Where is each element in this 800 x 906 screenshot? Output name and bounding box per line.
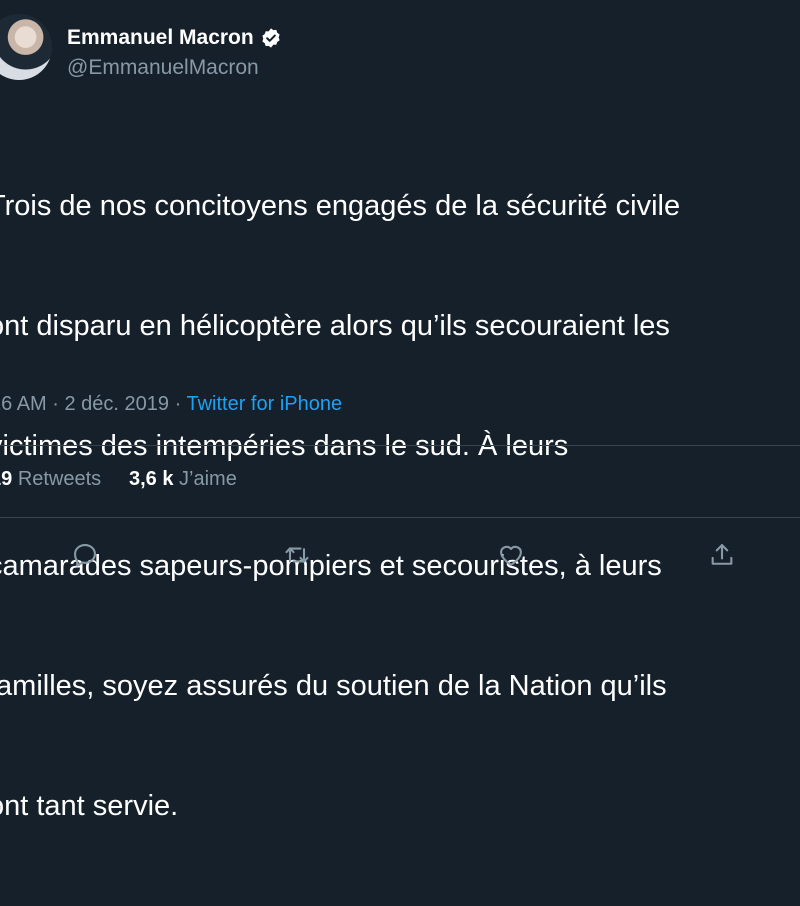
tweet-stats: 19 Retweets 3,6 k J’aime (0, 468, 237, 491)
likes-stat[interactable]: 3,6 k J’aime (129, 468, 237, 490)
divider (0, 517, 800, 518)
reply-icon (74, 544, 96, 567)
tweet-meta: 16 AM · 2 déc. 2019 · Twitter for iPhone (0, 393, 342, 416)
tweet-line: Trois de nos concitoyens engagés de la s… (0, 190, 681, 222)
verified-badge-icon (262, 28, 280, 48)
tweet-date[interactable]: 2 déc. 2019 (65, 393, 170, 415)
meta-separator: · (174, 393, 182, 415)
tweet-line: ont disparu en hélicoptère alors qu’ils … (0, 310, 670, 342)
heart-icon (500, 545, 522, 566)
tweet-line: familles, soyez assurés du soutien de la… (0, 670, 667, 702)
tweet-line: ont tant servie. (0, 790, 179, 822)
tweet-source-link[interactable]: Twitter for iPhone (186, 393, 342, 415)
likes-label: J’aime (179, 468, 237, 490)
divider (0, 445, 800, 446)
author-handle[interactable]: @EmmanuelMacron (67, 56, 259, 80)
avatar[interactable] (0, 14, 52, 80)
like-button[interactable] (494, 538, 528, 572)
tweet-line: camarades sapeurs-pompiers et secouriste… (0, 550, 662, 582)
tweet-time[interactable]: 16 AM (0, 393, 47, 415)
retweets-label: Retweets (17, 468, 102, 490)
tweet-text: Trois de nos concitoyens engagés de la s… (0, 106, 800, 906)
author-name-row: Emmanuel Macron (67, 24, 282, 52)
retweet-button[interactable] (280, 538, 314, 572)
likes-count: 3,6 k (128, 468, 174, 490)
author-name[interactable]: Emmanuel Macron (67, 26, 254, 50)
retweet-icon (285, 547, 309, 563)
tweet-line: victimes des intempéries dans le sud. À … (0, 430, 569, 462)
retweets-count: 19 (0, 468, 13, 490)
reply-button[interactable] (68, 538, 102, 572)
share-button[interactable] (705, 538, 739, 572)
retweets-stat[interactable]: 19 Retweets (0, 468, 101, 490)
share-icon (711, 544, 733, 565)
meta-separator: · (52, 393, 59, 415)
